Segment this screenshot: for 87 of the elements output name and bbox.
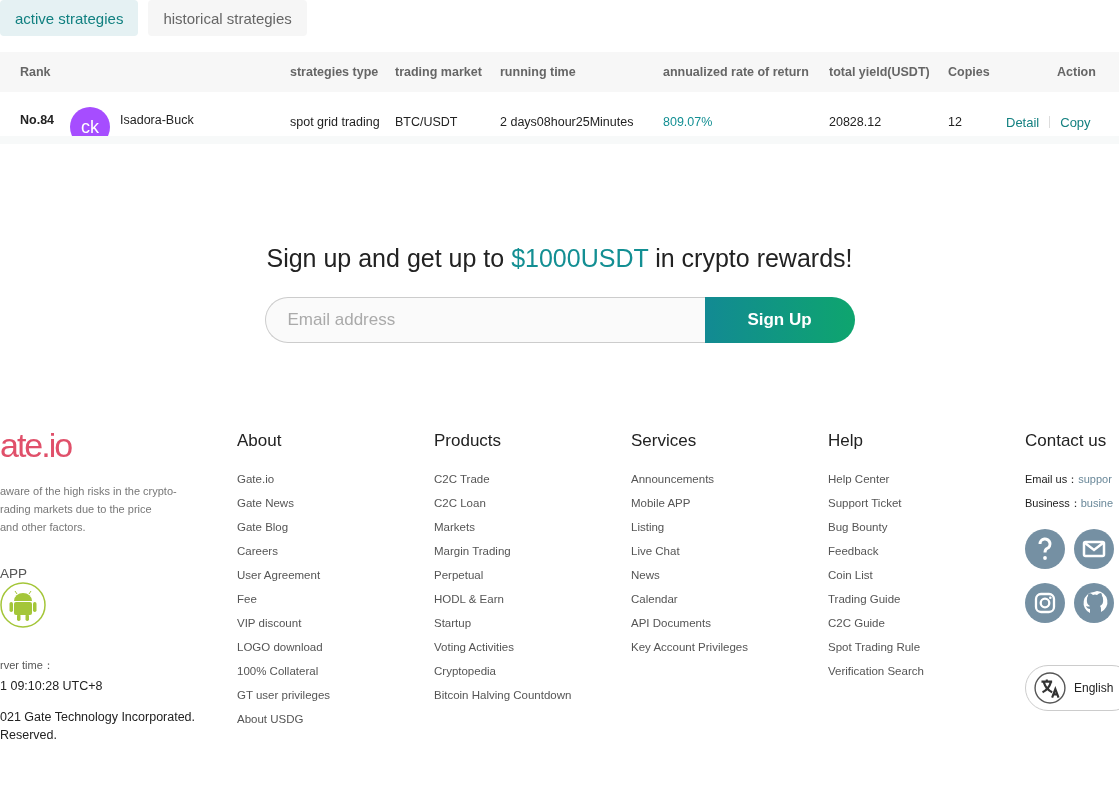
copyright-text: 021 Gate Technology Incorporated. <box>0 709 196 726</box>
camera-icon[interactable] <box>1025 583 1065 623</box>
logo[interactable]: ate.io <box>0 430 72 460</box>
table-cell-text: 20828.12 <box>829 114 883 131</box>
contact-label: Email us： <box>1025 472 1079 487</box>
footer-link[interactable]: Careers <box>237 539 434 563</box>
footer-link[interactable]: Margin Trading <box>434 539 631 563</box>
translate-icon <box>1034 672 1066 704</box>
table-cell-text: spot grid trading <box>290 114 381 131</box>
column-header: Action <box>1056 64 1097 81</box>
footer-link[interactable]: C2C Loan <box>434 491 631 515</box>
footer-link[interactable]: Live Chat <box>631 539 828 563</box>
footer-link[interactable]: About USDG <box>237 707 434 731</box>
column-header: annualized rate of return <box>663 64 810 81</box>
footer-link[interactable]: LOGO download <box>237 635 434 659</box>
footer-link[interactable]: Listing <box>631 515 828 539</box>
column-header: trading market <box>395 64 483 81</box>
footer-heading: Products <box>434 431 503 452</box>
footer-link[interactable]: 100% Collateral <box>237 659 434 683</box>
footer-heading: Services <box>631 431 698 452</box>
table-cell-text: 2 days08hour25Minutes <box>500 114 635 131</box>
column-header: strategies type <box>290 64 380 81</box>
footer-link[interactable]: Announcements <box>631 467 828 491</box>
footer-link[interactable]: Feedback <box>828 539 1025 563</box>
footer-heading: About <box>237 431 283 452</box>
column-header: total yield(USDT) <box>829 64 931 81</box>
app-label: APP <box>0 566 27 581</box>
signup-heading: Sign up and get up to $1000USDT in crypto rewards! <box>266 244 853 273</box>
android-icon[interactable] <box>0 582 46 628</box>
footer-link[interactable]: User Agreement <box>237 563 434 587</box>
footer-link[interactable]: Markets <box>434 515 631 539</box>
table-cell-text: 12 <box>948 114 963 131</box>
user-name: Isadora-Buck <box>120 113 194 127</box>
footer-link[interactable]: News <box>631 563 828 587</box>
footer-link[interactable]: C2C Trade <box>434 467 631 491</box>
footer-link[interactable]: Trading Guide <box>828 587 1025 611</box>
server-time: 1 09:10:28 UTC+8 <box>0 679 103 693</box>
language-button[interactable]: English <box>1025 665 1119 711</box>
footer-link[interactable]: Calendar <box>631 587 828 611</box>
footer-heading: Help <box>828 431 864 452</box>
footer-link[interactable]: Startup <box>434 611 631 635</box>
github-icon[interactable] <box>1074 583 1114 623</box>
footer-link[interactable]: C2C Guide <box>828 611 1025 635</box>
footer-link[interactable]: VIP discount <box>237 611 434 635</box>
footer-link[interactable]: Gate News <box>237 491 434 515</box>
footer-link[interactable]: Bitcoin Halving Countdown <box>434 683 631 707</box>
signup-button[interactable]: Sign Up <box>704 297 855 343</box>
avatar: ck <box>70 107 110 136</box>
column-header: Copies <box>948 64 991 81</box>
contact-label: Business： <box>1025 496 1081 511</box>
footer-link[interactable]: Perpetual <box>434 563 631 587</box>
rank-text: No.84 <box>20 113 56 127</box>
disclaimer-text: and other factors. <box>0 520 87 535</box>
footer-link[interactable]: Cryptopedia <box>434 659 631 683</box>
footer-link[interactable]: Gate.io <box>237 467 434 491</box>
tab[interactable]: historical strategies <box>148 0 307 36</box>
action-link[interactable]: Detail <box>1006 114 1040 130</box>
footer-link[interactable]: Key Account Privileges <box>631 635 828 659</box>
footer-link[interactable]: Voting Activities <box>434 635 631 659</box>
server-time-label: rver time： <box>0 658 54 673</box>
footer-link[interactable]: Verification Search <box>828 659 1025 683</box>
footer-heading: Contact us <box>1025 431 1108 452</box>
action-link[interactable]: Copy <box>1060 114 1091 130</box>
footer-link[interactable]: Fee <box>237 587 434 611</box>
disclaimer-text: aware of the high risks in the crypto- <box>0 484 177 499</box>
mail-icon[interactable] <box>1074 529 1114 569</box>
copyright-text: Reserved. <box>0 727 58 744</box>
footer-link[interactable]: HODL & Earn <box>434 587 631 611</box>
footer-link[interactable]: API Documents <box>631 611 828 635</box>
footer-link[interactable]: Mobile APP <box>631 491 828 515</box>
footer-link[interactable]: Coin List <box>828 563 1025 587</box>
footer-link[interactable]: Gate Blog <box>237 515 434 539</box>
column-header: Rank <box>20 64 52 81</box>
help-icon[interactable] <box>1025 529 1065 569</box>
tab[interactable]: active strategies <box>0 0 139 36</box>
footer-link[interactable]: Help Center <box>828 467 1025 491</box>
contact-link[interactable]: busine <box>1080 491 1114 515</box>
email-field[interactable]: Email address <box>264 297 705 343</box>
footer-link[interactable]: Spot Trading Rule <box>828 635 1025 659</box>
footer-link[interactable]: Support Ticket <box>828 491 1025 515</box>
contact-link[interactable]: suppor <box>1078 467 1112 491</box>
table-cell-text: BTC/USDT <box>395 114 459 131</box>
column-header: running time <box>500 64 577 81</box>
footer-link[interactable]: GT user privileges <box>237 683 434 707</box>
table-cell-text: 809.07% <box>663 114 714 131</box>
disclaimer-text: rading markets due to the price <box>0 502 153 517</box>
footer-link[interactable]: Bug Bounty <box>828 515 1025 539</box>
